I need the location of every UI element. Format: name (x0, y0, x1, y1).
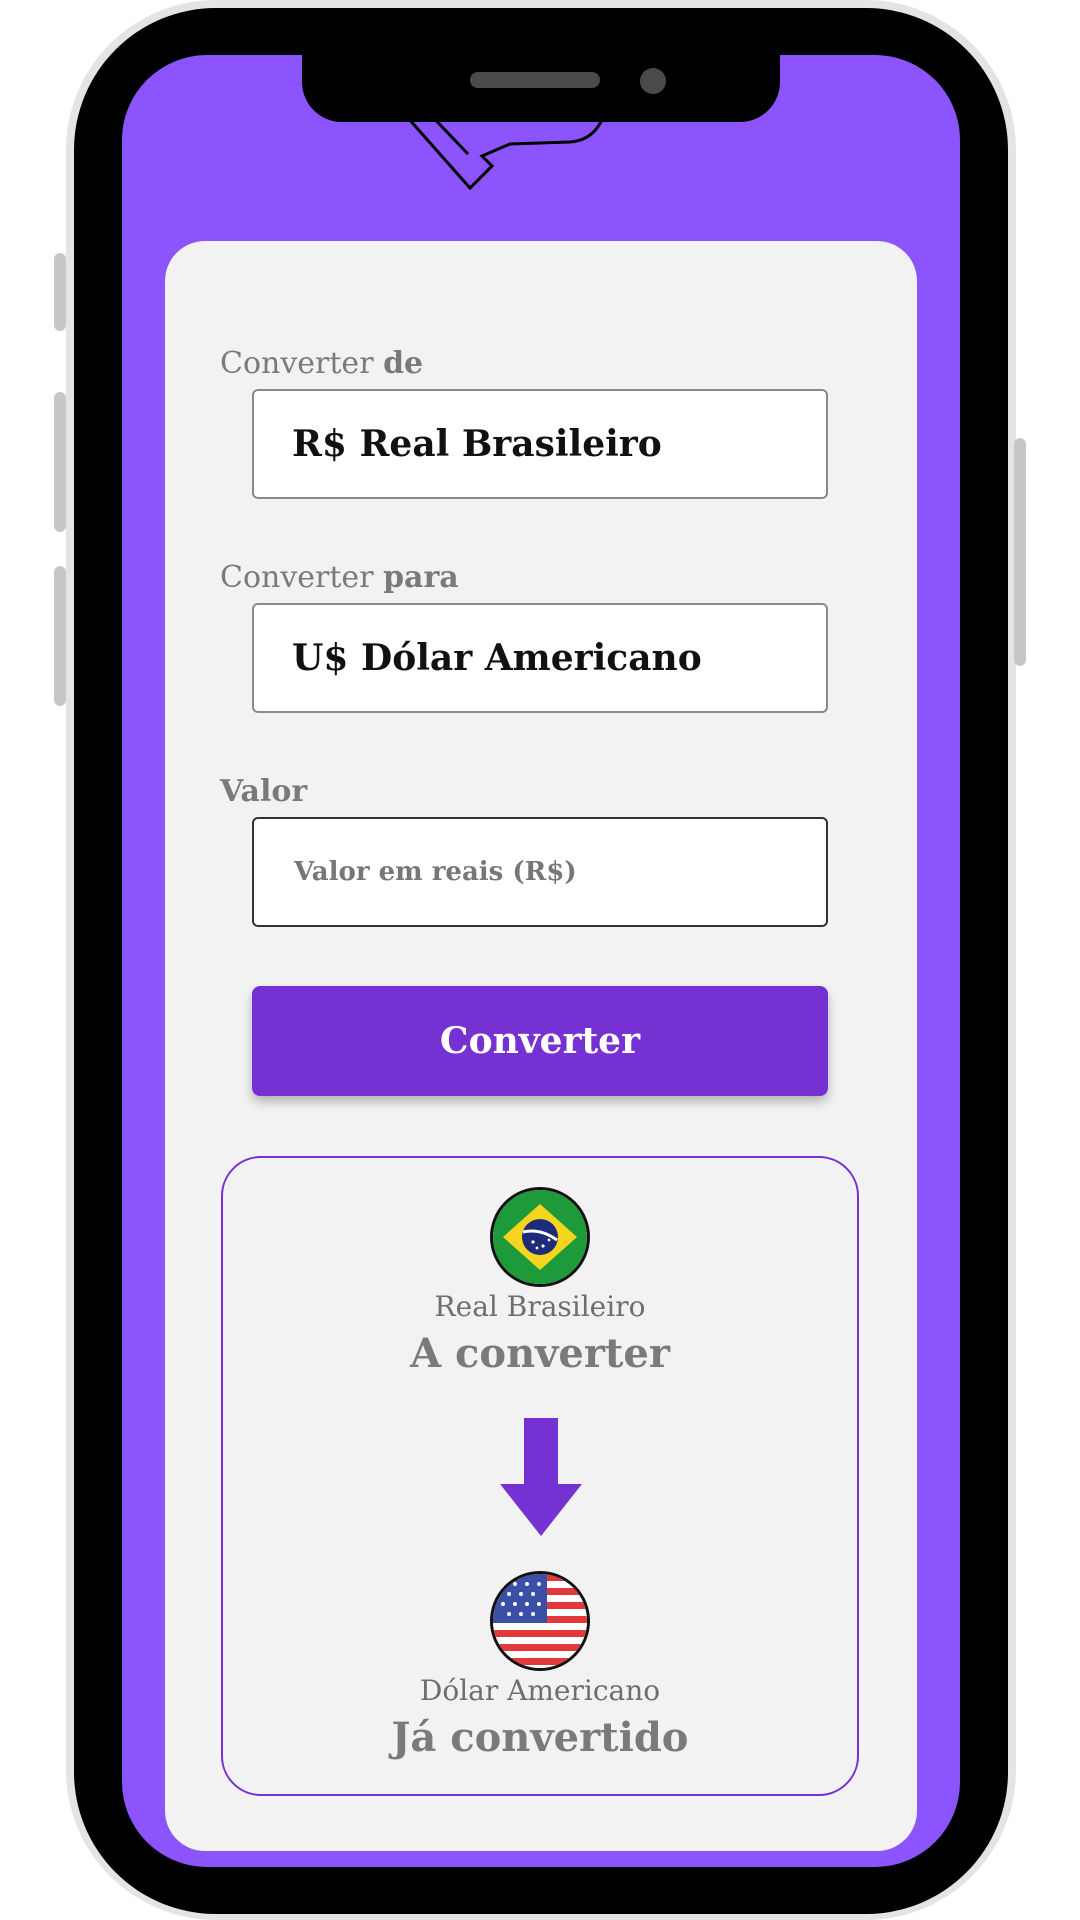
to-currency-label: Converter para (220, 560, 459, 595)
from-currency-select[interactable]: R$ Real Brasileiro (252, 389, 828, 499)
phone-volume-up-button (54, 392, 66, 532)
usa-flag-graphic (493, 1574, 587, 1668)
amount-label: Valor (220, 774, 308, 809)
to-currency-select[interactable]: U$ Dólar Americano (252, 603, 828, 713)
to-currency-value: U$ Dólar Americano (292, 637, 702, 679)
phone-power-button (1014, 438, 1026, 666)
phone-camera (640, 68, 666, 94)
to-label-prefix: Converter (220, 560, 384, 595)
phone-volume-down-button (54, 566, 66, 706)
source-currency-name: Real Brasileiro (434, 1290, 646, 1323)
arrow-down-icon (500, 1418, 582, 1536)
source-currency-status: A converter (410, 1330, 670, 1377)
to-label-bold: para (383, 560, 459, 595)
phone-speaker (470, 72, 600, 88)
usa-flag-icon (490, 1571, 590, 1671)
target-currency-name: Dólar Americano (419, 1674, 661, 1707)
convert-button[interactable]: Converter (252, 986, 828, 1096)
target-currency-status: Já convertido (391, 1714, 689, 1761)
from-currency-label: Converter de (220, 346, 423, 381)
phone-mute-button (54, 253, 66, 331)
from-currency-value: R$ Real Brasileiro (292, 423, 662, 465)
brazil-flag-graphic (493, 1190, 587, 1284)
from-label-bold: de (383, 346, 424, 381)
brazil-flag-icon (490, 1187, 590, 1287)
amount-field-box (252, 817, 828, 927)
amount-input[interactable] (292, 856, 826, 888)
from-label-prefix: Converter (220, 346, 384, 381)
